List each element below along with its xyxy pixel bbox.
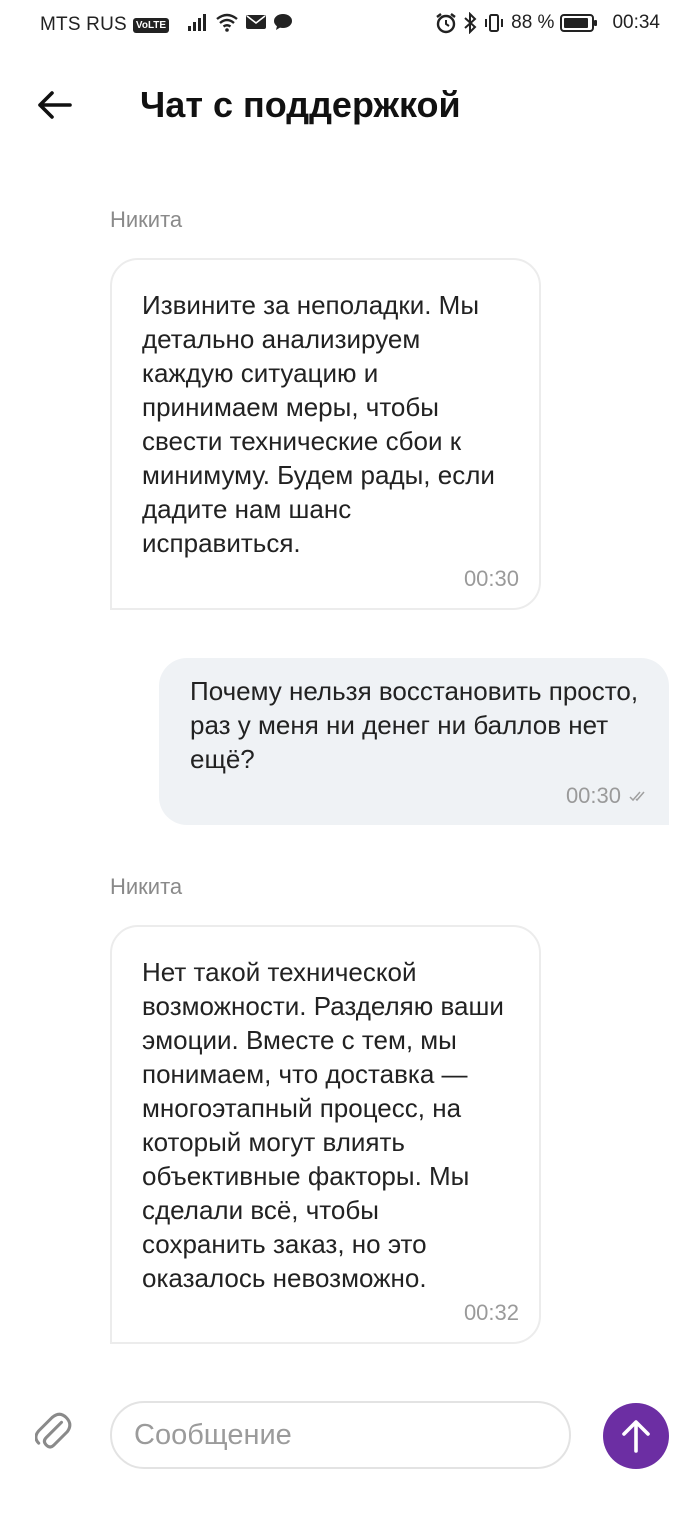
bluetooth-icon bbox=[463, 12, 477, 34]
message-input[interactable] bbox=[110, 1401, 571, 1469]
send-button[interactable] bbox=[603, 1403, 669, 1469]
mail-icon bbox=[245, 13, 267, 37]
incoming-message-bubble: Нет такой технической возможности. Разде… bbox=[110, 925, 541, 1344]
signal-icon bbox=[187, 12, 209, 38]
status-bar: MTS RUS VoLTE 88 % 00:34 bbox=[0, 0, 700, 50]
arrow-up-icon bbox=[622, 1420, 650, 1453]
outgoing-message-bubble: Почему нельзя восстановить просто, раз у… bbox=[159, 658, 669, 825]
double-check-icon bbox=[629, 791, 645, 802]
wifi-icon bbox=[215, 12, 239, 38]
page-title: Чат с поддержкой bbox=[140, 84, 461, 125]
message-sender: Никита bbox=[110, 207, 183, 232]
paperclip-icon bbox=[35, 1412, 72, 1449]
message-text: Извините за неполадки. Мы детально анали… bbox=[142, 290, 495, 558]
battery-icon bbox=[560, 13, 598, 33]
message-text: Нет такой технической возможности. Разде… bbox=[142, 957, 504, 1293]
back-button[interactable] bbox=[30, 84, 78, 126]
alarm-icon bbox=[435, 12, 457, 34]
clock: 00:34 bbox=[612, 12, 660, 33]
vibrate-icon bbox=[483, 12, 505, 34]
message-meta: 00:30 bbox=[566, 783, 649, 809]
arrow-left-icon bbox=[38, 91, 72, 119]
message-sender: Никита bbox=[110, 874, 183, 899]
message-time: 00:30 bbox=[463, 566, 519, 591]
message-time: 00:30 bbox=[565, 783, 621, 808]
battery-percent: 88 % bbox=[511, 12, 555, 33]
chat-header: Чат с поддержкой bbox=[0, 70, 700, 140]
carrier-name: MTS RUS bbox=[40, 14, 127, 35]
volte-badge: VoLTE bbox=[132, 17, 170, 33]
chat-bubble-icon bbox=[273, 13, 293, 37]
message-time: 00:32 bbox=[463, 1300, 519, 1325]
attach-button[interactable] bbox=[32, 1410, 78, 1456]
message-text: Почему нельзя восстановить просто, раз у… bbox=[190, 676, 639, 774]
incoming-message-bubble: Извините за неполадки. Мы детально анали… bbox=[110, 258, 541, 610]
